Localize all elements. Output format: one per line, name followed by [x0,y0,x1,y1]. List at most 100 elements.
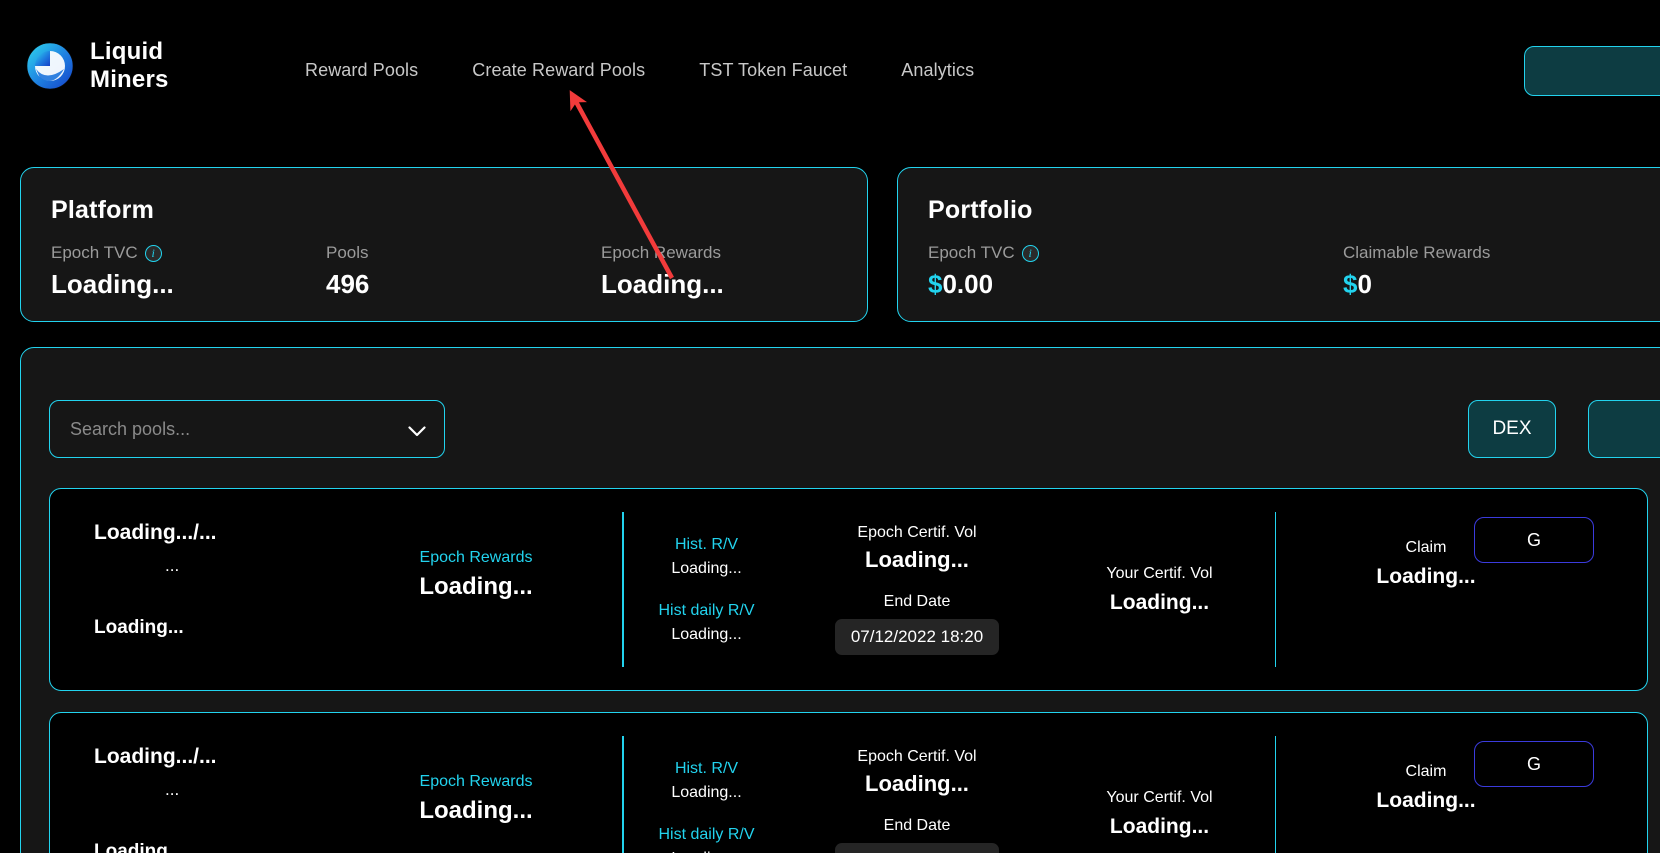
portfolio-stat-row: Epoch TVC i $0.00 Claimable Rewards $0 [928,243,1646,300]
platform-pools-value: 496 [326,269,370,299]
pool-epoch-rewards-value: Loading... [419,573,533,600]
currency-symbol: $ [928,269,943,299]
platform-card-title: Platform [51,196,155,224]
pools-toolbar: Search pools... DEX [49,399,1660,459]
portfolio-stat-claimable-rewards: Claimable Rewards $0 [1343,243,1490,300]
pool-pair-subtitle: ... [165,780,180,799]
brand-logo-and-title[interactable]: Liquid Miners [26,38,169,94]
pool-claim-segment: Claim Loading... G [1276,713,1647,853]
pool-action-button[interactable]: G [1474,517,1594,563]
portfolio-stats-card: Portfolio Epoch TVC i $0.00 Claimable Re… [897,167,1660,322]
nav-links: Reward Pools Create Reward Pools TST Tok… [305,60,974,81]
pool-hist-daily-rv-label: Hist daily R/V [658,825,755,843]
pool-hist-rv-label: Hist. R/V [674,759,739,777]
pool-epoch-rewards-value: Loading... [419,797,533,824]
nav-link-reward-pools[interactable]: Reward Pools [305,60,418,81]
portfolio-epoch-tvc-number: 0.00 [942,269,994,299]
platform-stats-card: Platform Epoch TVC i Loading... Pools 49… [20,167,868,322]
platform-epoch-rewards-label-text: Epoch Rewards [601,243,722,262]
portfolio-claimable-rewards-value: $0 [1343,269,1490,300]
pool-pair-subtitle: ... [165,556,180,575]
reward-pools-panel: Search pools... DEX Loading.../... ... L… [20,347,1660,853]
portfolio-epoch-tvc-label-text: Epoch TVC [928,243,1015,262]
pool-your-certif-vol-segment: Your Certif. Vol Loading... [1045,713,1275,853]
pool-hist-rv-label: Hist. R/V [674,535,739,553]
top-navigation-bar: Liquid Miners Reward Pools Create Reward… [0,0,1660,134]
search-pools-input[interactable]: Search pools... [49,400,445,458]
portfolio-epoch-tvc-label: Epoch TVC i [928,243,1343,263]
pool-pair-segment: Loading.../... ... Loading... Epoch Rewa… [50,713,622,853]
portfolio-claimable-rewards-label: Claimable Rewards [1343,243,1490,263]
portfolio-card-title: Portfolio [928,196,1033,224]
connect-wallet-button[interactable] [1524,46,1660,96]
pool-pair-status: Loading... [94,841,184,853]
pool-action-button[interactable]: G [1474,741,1594,787]
pool-end-date-label: End Date [883,817,951,834]
portfolio-claimable-rewards-number: 0 [1357,269,1372,299]
pool-pair-name: Loading.../... [94,745,217,768]
platform-stat-pools: Pools 496 [326,243,601,300]
pool-epoch-certif-vol-label: Epoch Certif. Vol [857,748,977,765]
nav-link-tst-token-faucet[interactable]: TST Token Faucet [699,60,847,81]
pool-list: Loading.../... ... Loading... Epoch Rewa… [49,488,1648,853]
pool-pair-segment: Loading.../... ... Loading... Epoch Rewa… [50,489,622,690]
portfolio-epoch-tvc-value: $0.00 [928,269,1343,300]
portfolio-claimable-rewards-label-text: Claimable Rewards [1343,243,1491,262]
pool-hist-daily-rv-label: Hist daily R/V [658,601,755,619]
pool-epoch-certif-vol-segment: Epoch Certif. Vol Loading... End Date 07… [790,713,1045,853]
pool-claim-segment: Claim Loading... G [1276,489,1647,690]
pool-epoch-certif-vol-label: Epoch Certif. Vol [857,524,977,541]
pool-claim-value: Loading... [1376,789,1476,812]
platform-epoch-rewards-label: Epoch Rewards [601,243,724,263]
platform-stat-epoch-rewards: Epoch Rewards Loading... [601,243,724,300]
pool-hist-daily-rv-value: Loading... [671,850,741,853]
pool-your-certif-vol-value: Loading... [1109,590,1210,614]
pool-hist-rv-value: Loading... [671,783,742,801]
platform-pools-label: Pools [326,243,601,263]
pool-your-certif-vol-label: Your Certif. Vol [1106,564,1213,582]
nav-link-create-reward-pools[interactable]: Create Reward Pools [472,60,645,81]
secondary-filter-button[interactable] [1588,400,1660,458]
platform-stat-row: Epoch TVC i Loading... Pools 496 Epoch R… [51,243,837,300]
brand-title-line2: Miners [90,66,169,93]
pool-epoch-rewards-label: Epoch Rewards [419,773,533,790]
pool-claim-value: Loading... [1376,565,1476,588]
pool-end-date-label: End Date [883,593,951,610]
info-icon[interactable]: i [144,244,162,262]
nav-link-analytics[interactable]: Analytics [901,60,974,81]
platform-stat-epoch-tvc: Epoch TVC i Loading... [51,243,326,300]
info-icon[interactable]: i [1021,244,1039,262]
pool-hist-daily-rv-value: Loading... [671,625,742,643]
pool-hist-rv-segment: Hist. R/V Loading... Hist daily R/V Load… [624,489,790,690]
pool-pair-name: Loading.../... [94,521,217,544]
pool-end-date-badge: 07/12/2022 18:20 [834,619,1000,655]
platform-epoch-tvc-label-text: Epoch TVC [51,243,138,262]
pool-your-certif-vol-value: Loading... [1109,814,1210,838]
toolbar-filter-buttons: DEX [1468,400,1660,458]
pool-pair-status: Loading... [94,617,184,638]
pool-epoch-certif-vol-segment: Epoch Certif. Vol Loading... End Date 07… [790,489,1045,690]
pool-hist-rv-value: Loading... [671,559,742,577]
platform-pools-label-text: Pools [326,243,369,262]
chevron-down-icon[interactable] [408,424,426,436]
platform-epoch-tvc-value: Loading... [51,269,174,299]
pool-epoch-rewards-label: Epoch Rewards [419,549,533,566]
pool-end-date-badge: 07/12/2022 18:20 [834,843,1000,853]
brand-title-line1: Liquid [90,38,164,65]
portfolio-stat-epoch-tvc: Epoch TVC i $0.00 [928,243,1343,300]
search-input-placeholder: Search pools... [70,418,191,439]
pool-row[interactable]: Loading.../... ... Loading... Epoch Rewa… [49,488,1648,691]
dex-filter-button[interactable]: DEX [1468,400,1556,458]
pool-epoch-certif-vol-value: Loading... [865,547,969,572]
pool-hist-rv-segment: Hist. R/V Loading... Hist daily R/V Load… [624,713,790,853]
pool-epoch-rewards-block: Epoch Rewards Loading... [386,549,566,601]
liquid-miners-logo-icon [26,42,74,90]
pool-your-certif-vol-segment: Your Certif. Vol Loading... [1045,489,1275,690]
pool-row[interactable]: Loading.../... ... Loading... Epoch Rewa… [49,712,1648,853]
pool-epoch-rewards-block: Epoch Rewards Loading... [386,773,566,825]
platform-epoch-rewards-value: Loading... [601,269,724,299]
pool-epoch-certif-vol-value: Loading... [865,771,969,796]
currency-symbol: $ [1343,269,1358,299]
platform-epoch-tvc-label: Epoch TVC i [51,243,326,263]
pool-your-certif-vol-label: Your Certif. Vol [1106,788,1213,806]
